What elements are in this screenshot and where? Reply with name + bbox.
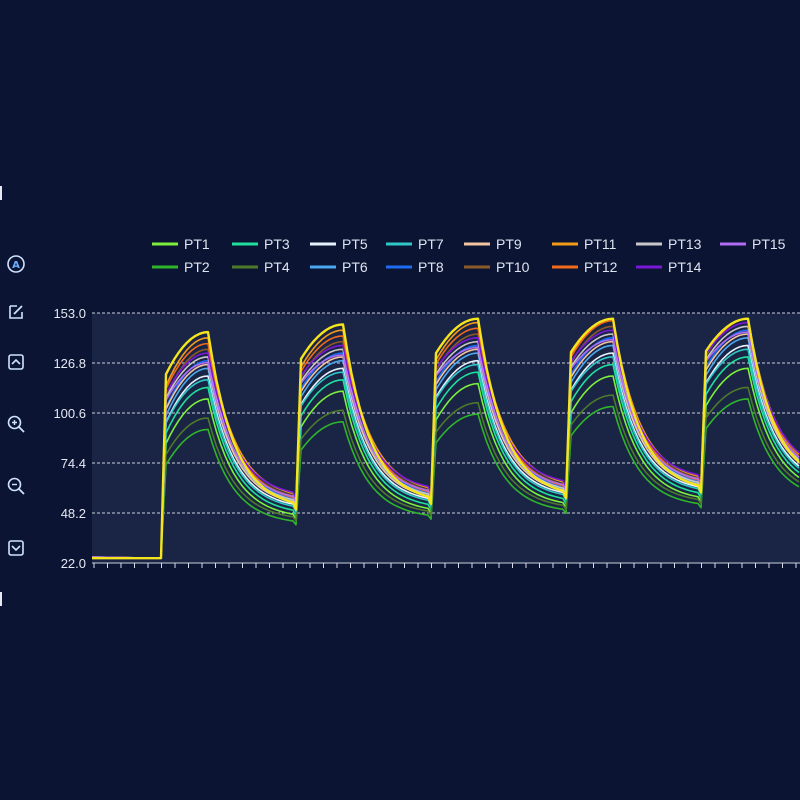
legend-label: PT1 xyxy=(184,236,210,252)
x-axis-ticks xyxy=(93,563,797,568)
legend-label: PT3 xyxy=(264,236,290,252)
legend-label: PT5 xyxy=(342,236,368,252)
y-tick-label: 48.2 xyxy=(61,506,86,521)
legend-label: PT8 xyxy=(418,259,444,275)
legend-label: PT7 xyxy=(418,236,444,252)
legend-label: PT13 xyxy=(668,236,702,252)
legend-label: PT2 xyxy=(184,259,210,275)
legend: PT1 PT2 PT3 PT4 PT5 PT6 PT7 PT8 PT9 PT10 PT11 PT12 P… xyxy=(152,236,786,275)
y-tick-label: 22.0 xyxy=(61,556,86,571)
y-tick-label: 100.6 xyxy=(53,406,86,421)
y-tick-label: 126.8 xyxy=(53,356,86,371)
legend-label: PT15 xyxy=(752,236,786,252)
legend-label: PT14 xyxy=(668,259,702,275)
temperature-line-chart: 22.0 48.2 74.4 100.6 126.8 153.0 PT1 PT2 PT3 PT4… xyxy=(53,236,800,571)
legend-label: PT11 xyxy=(584,236,617,252)
legend-label: PT4 xyxy=(264,259,290,275)
legend-label: PT12 xyxy=(584,259,618,275)
legend-label: PT6 xyxy=(342,259,368,275)
y-tick-label: 153.0 xyxy=(53,306,86,321)
plot-area xyxy=(92,313,800,563)
legend-label: PT10 xyxy=(496,259,530,275)
legend-label: PT9 xyxy=(496,236,522,252)
y-tick-label: 74.4 xyxy=(61,456,86,471)
y-axis-ticks: 22.0 48.2 74.4 100.6 126.8 153.0 xyxy=(53,306,86,571)
